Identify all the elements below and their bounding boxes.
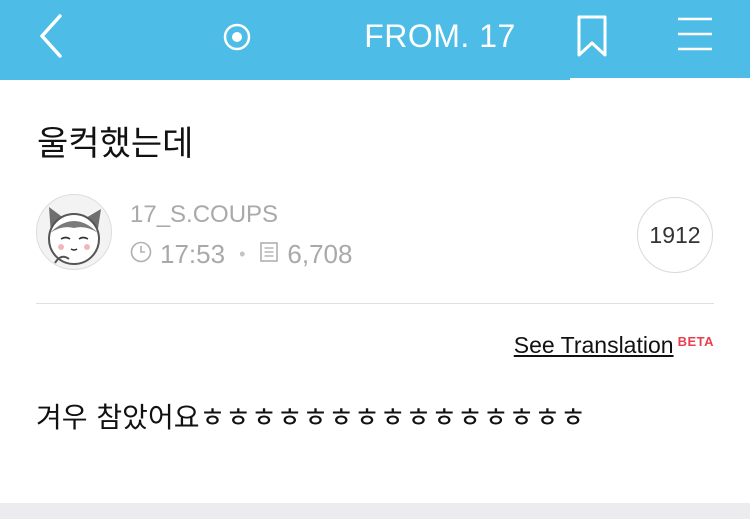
bottom-band xyxy=(0,503,750,519)
menu-icon[interactable] xyxy=(674,14,716,54)
live-icon[interactable] xyxy=(222,22,252,52)
separator-dot: • xyxy=(239,243,246,264)
clock-icon xyxy=(130,239,152,270)
post-body: 겨우 참았어요ㅎㅎㅎㅎㅎㅎㅎㅎㅎㅎㅎㅎㅎㅎㅎ xyxy=(36,401,586,434)
count-badge[interactable]: 1912 xyxy=(637,197,713,273)
beta-badge: BETA xyxy=(677,334,714,349)
divider xyxy=(36,303,714,304)
avatar[interactable] xyxy=(36,194,112,270)
views-icon xyxy=(259,239,279,270)
author-name[interactable]: 17_S.COUPS xyxy=(130,200,278,230)
view-count: 6,708 xyxy=(287,238,353,269)
translation-row: See Translation BETA xyxy=(514,330,714,360)
post-meta: 17:53 • 6,708 xyxy=(130,238,352,270)
bookmark-icon[interactable] xyxy=(575,14,609,58)
post-title: 울컥했는데 xyxy=(37,124,194,164)
page-title: FROM. 17 xyxy=(364,18,516,54)
top-bar: FROM. 17 xyxy=(0,0,750,81)
active-tab-indicator xyxy=(570,78,750,81)
back-icon[interactable] xyxy=(32,12,72,60)
see-translation-link[interactable]: See Translation xyxy=(514,330,674,360)
post-time: 17:53 xyxy=(160,238,226,269)
